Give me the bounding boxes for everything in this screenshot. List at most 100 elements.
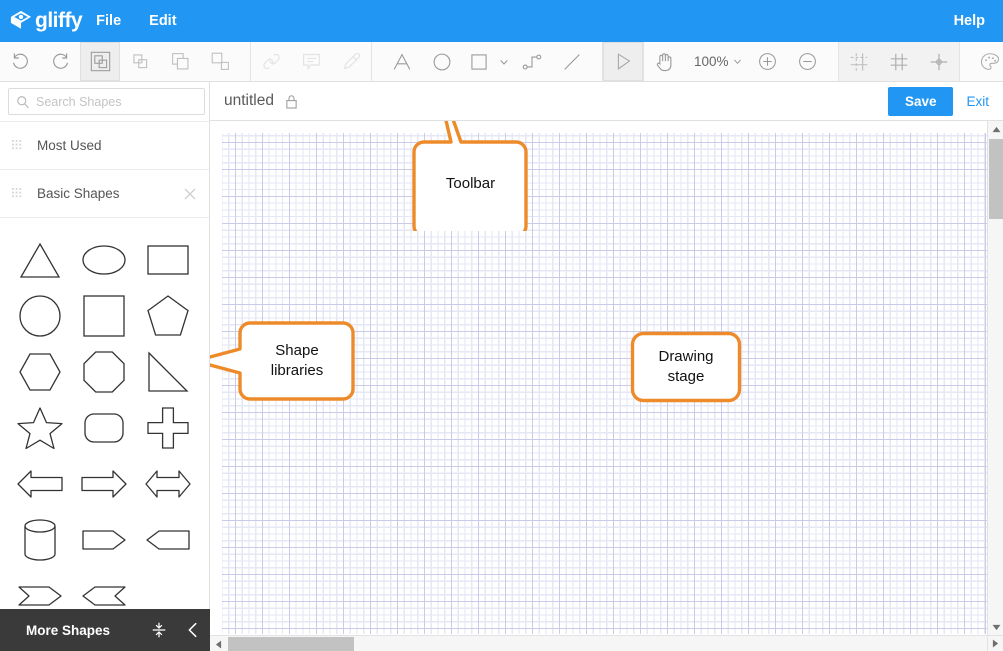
shape-item-ellipse[interactable]	[72, 232, 136, 288]
close-icon[interactable]	[183, 187, 197, 201]
snap-icon	[930, 53, 947, 70]
pan-tool-button[interactable]	[644, 42, 684, 81]
drawing-canvas[interactable]: Toolbar Shape libraries Drawing stage	[210, 121, 1003, 651]
callout-bubble	[412, 121, 528, 231]
connector-tool-button[interactable]	[512, 42, 552, 81]
document-title[interactable]: untitled	[224, 92, 274, 110]
text-tool-button[interactable]	[382, 42, 422, 81]
horizontal-scrollbar[interactable]	[210, 635, 987, 651]
scroll-up-button[interactable]	[988, 121, 1003, 137]
ungroup-button[interactable]	[120, 42, 160, 81]
undo-button[interactable]	[0, 42, 40, 81]
ellipse-tool-button[interactable]	[422, 42, 462, 81]
select-tool-button[interactable]	[603, 42, 643, 81]
collapse-vertical-icon	[152, 622, 166, 638]
group-button[interactable]	[80, 42, 120, 81]
menu-bar: gliffy File Edit Help	[0, 0, 1003, 42]
guides-group	[838, 42, 959, 81]
shape-item-arrow-double[interactable]	[136, 456, 200, 512]
shape-item-pennant-right[interactable]	[72, 512, 136, 568]
vertical-scroll-thumb[interactable]	[989, 139, 1003, 219]
send-to-back-button[interactable]	[200, 42, 240, 81]
gliffy-logo[interactable]: gliffy	[10, 9, 83, 33]
toolbar-separator-6	[958, 42, 960, 81]
caret-left-icon	[215, 640, 221, 648]
chevron-down-icon	[733, 59, 741, 65]
pointer-icon	[617, 52, 631, 70]
toolbar-separator-2	[371, 42, 372, 81]
canvas-margin-top	[210, 121, 987, 133]
sidebar-library-label: Basic Shapes	[37, 186, 120, 201]
undo-icon	[12, 53, 28, 69]
redo-button[interactable]	[40, 42, 80, 81]
drawing-stage-callout-label: Drawing stage	[658, 348, 714, 385]
grid-icon	[890, 53, 907, 70]
lock-icon[interactable]	[285, 94, 298, 109]
shape-item-cross[interactable]	[136, 400, 200, 456]
save-button[interactable]: Save	[887, 86, 954, 116]
shape-item-pennant-left[interactable]	[136, 512, 200, 568]
ellipse-icon	[433, 53, 451, 70]
bring-to-front-button[interactable]	[160, 42, 200, 81]
shape-item-arrow-right[interactable]	[72, 456, 136, 512]
shape-item-rectangle[interactable]	[136, 232, 200, 288]
shape-item-circle[interactable]	[8, 288, 72, 344]
vertical-scrollbar[interactable]	[987, 121, 1003, 635]
shape-item-star[interactable]	[8, 400, 72, 456]
shape-item-arrow-left[interactable]	[8, 456, 72, 512]
shape-tool-button[interactable]	[462, 42, 496, 81]
zoom-out-button[interactable]	[788, 42, 828, 81]
rulers-button[interactable]	[839, 42, 879, 81]
exit-button[interactable]: Exit	[966, 94, 989, 109]
menu-help[interactable]: Help	[936, 0, 1003, 42]
format-painter-button[interactable]	[331, 42, 371, 81]
comment-icon	[302, 53, 320, 71]
shape-item-cylinder[interactable]	[8, 512, 72, 568]
sidebar-library-basic-shapes[interactable]: Basic Shapes	[0, 170, 209, 218]
toolbar: 100%	[0, 42, 1003, 82]
scroll-down-button[interactable]	[988, 619, 1003, 635]
zoom-level-label: 100%	[694, 54, 729, 69]
connector-icon	[522, 54, 542, 69]
rulers-icon	[850, 52, 867, 71]
ungroup-icon	[132, 54, 147, 69]
shape-item-square[interactable]	[72, 288, 136, 344]
theme-button[interactable]	[970, 42, 1003, 81]
zoom-level-selector[interactable]: 100%	[684, 54, 748, 69]
snap-to-grid-button[interactable]	[919, 42, 959, 81]
grid-button[interactable]	[879, 42, 919, 81]
search-icon	[17, 95, 29, 108]
toolbar-callout[interactable]	[390, 121, 550, 231]
redo-icon	[52, 53, 68, 69]
sidebar-library-most-used[interactable]: Most Used	[0, 122, 209, 170]
palette-icon	[980, 52, 999, 70]
scroll-left-button[interactable]	[210, 636, 226, 651]
search-input[interactable]	[36, 94, 197, 109]
hide-panel-button[interactable]	[176, 621, 210, 639]
menu-edit[interactable]: Edit	[135, 0, 190, 42]
shape-item-rounded-rectangle[interactable]	[72, 400, 136, 456]
shape-item-octagon[interactable]	[72, 344, 136, 400]
more-shapes-label[interactable]: More Shapes	[26, 623, 142, 638]
shape-item-hexagon[interactable]	[8, 344, 72, 400]
menu-file[interactable]: File	[82, 0, 135, 42]
line-tool-button[interactable]	[552, 42, 592, 81]
eyedropper-icon	[343, 52, 360, 70]
shape-item-triangle[interactable]	[8, 232, 72, 288]
shape-item-right-triangle[interactable]	[136, 344, 200, 400]
shape-item-pentagon[interactable]	[136, 288, 200, 344]
more-shapes-bar: More Shapes	[0, 609, 210, 651]
bring-to-front-icon	[171, 53, 188, 70]
zoom-in-button[interactable]	[748, 42, 788, 81]
gliffy-app: gliffy File Edit Help 100% Search Shapes…	[0, 0, 1003, 651]
search-shapes-box[interactable]	[8, 88, 205, 115]
search-row	[0, 82, 209, 122]
zoom-out-icon	[799, 53, 816, 70]
line-icon	[564, 53, 580, 70]
scrollbar-corner[interactable]	[987, 635, 1003, 651]
comment-button[interactable]	[291, 42, 331, 81]
link-button[interactable]	[251, 42, 291, 81]
horizontal-scroll-thumb[interactable]	[228, 637, 354, 651]
collapse-panel-button[interactable]	[142, 621, 176, 639]
shape-tool-dropdown[interactable]	[496, 42, 512, 81]
